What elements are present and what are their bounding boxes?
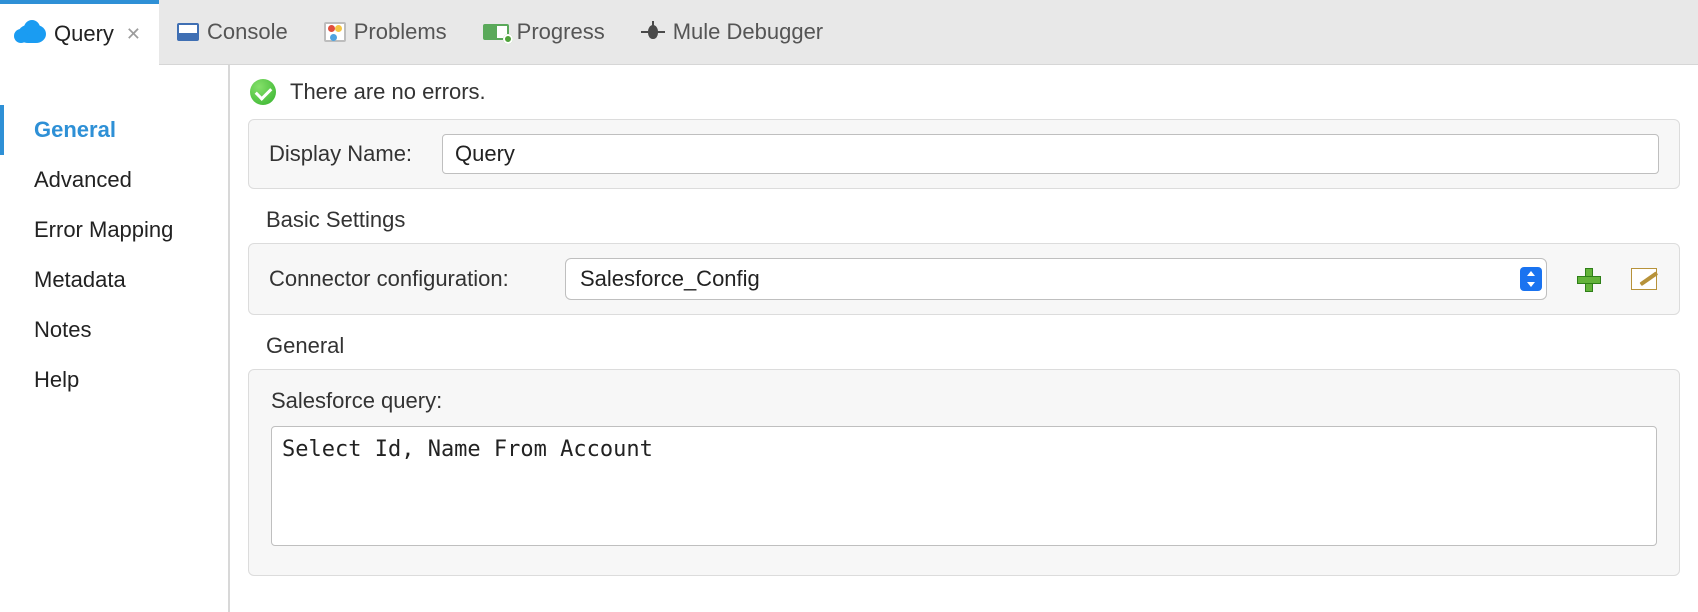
properties-side-nav: General Advanced Error Mapping Metadata … <box>0 65 230 612</box>
salesforce-query-label: Salesforce query: <box>271 388 1657 414</box>
problems-icon <box>324 22 346 42</box>
add-config-button[interactable] <box>1573 266 1603 292</box>
properties-content: There are no errors. Display Name: Basic… <box>230 65 1698 612</box>
main-area: General Advanced Error Mapping Metadata … <box>0 65 1698 612</box>
chevron-up-down-icon <box>1520 267 1542 291</box>
plus-icon <box>1577 268 1599 290</box>
connector-config-label: Connector configuration: <box>269 266 539 292</box>
salesforce-cloud-icon <box>18 25 46 43</box>
bug-icon <box>641 21 665 43</box>
connector-config-select[interactable]: Salesforce_Config <box>565 258 1547 300</box>
tab-query-label: Query <box>54 21 114 47</box>
sidenav-item-advanced[interactable]: Advanced <box>0 155 228 205</box>
basic-settings-title: Basic Settings <box>266 207 1680 233</box>
progress-icon <box>483 24 509 40</box>
tab-mule-debugger[interactable]: Mule Debugger <box>623 0 841 64</box>
tab-problems-label: Problems <box>354 19 447 45</box>
editor-tab-bar: Query ✕ Console Problems Progress Mule D… <box>0 0 1698 65</box>
sidenav-item-metadata[interactable]: Metadata <box>0 255 228 305</box>
basic-settings-panel: Connector configuration: Salesforce_Conf… <box>248 243 1680 315</box>
console-icon <box>177 23 199 41</box>
pencil-icon <box>1631 268 1657 290</box>
check-circle-icon <box>250 79 276 105</box>
display-name-input[interactable] <box>442 134 1659 174</box>
tab-progress[interactable]: Progress <box>465 0 623 64</box>
validation-status-text: There are no errors. <box>290 79 486 105</box>
close-icon[interactable]: ✕ <box>126 24 141 45</box>
sidenav-item-general[interactable]: General <box>0 105 228 155</box>
connector-config-value: Salesforce_Config <box>580 266 1520 292</box>
general-section-title: General <box>266 333 1680 359</box>
sidenav-item-help[interactable]: Help <box>0 355 228 405</box>
sidenav-item-notes[interactable]: Notes <box>0 305 228 355</box>
tab-console-label: Console <box>207 19 288 45</box>
tab-problems[interactable]: Problems <box>306 0 465 64</box>
general-section-panel: Salesforce query: <box>248 369 1680 576</box>
display-name-label: Display Name: <box>269 141 424 167</box>
salesforce-query-textarea[interactable] <box>271 426 1657 546</box>
tab-console[interactable]: Console <box>159 0 306 64</box>
validation-status: There are no errors. <box>250 79 1680 105</box>
tab-query[interactable]: Query ✕ <box>0 0 159 64</box>
tab-progress-label: Progress <box>517 19 605 45</box>
sidenav-item-error-mapping[interactable]: Error Mapping <box>0 205 228 255</box>
tab-debugger-label: Mule Debugger <box>673 19 823 45</box>
display-name-panel: Display Name: <box>248 119 1680 189</box>
edit-config-button[interactable] <box>1629 266 1659 292</box>
